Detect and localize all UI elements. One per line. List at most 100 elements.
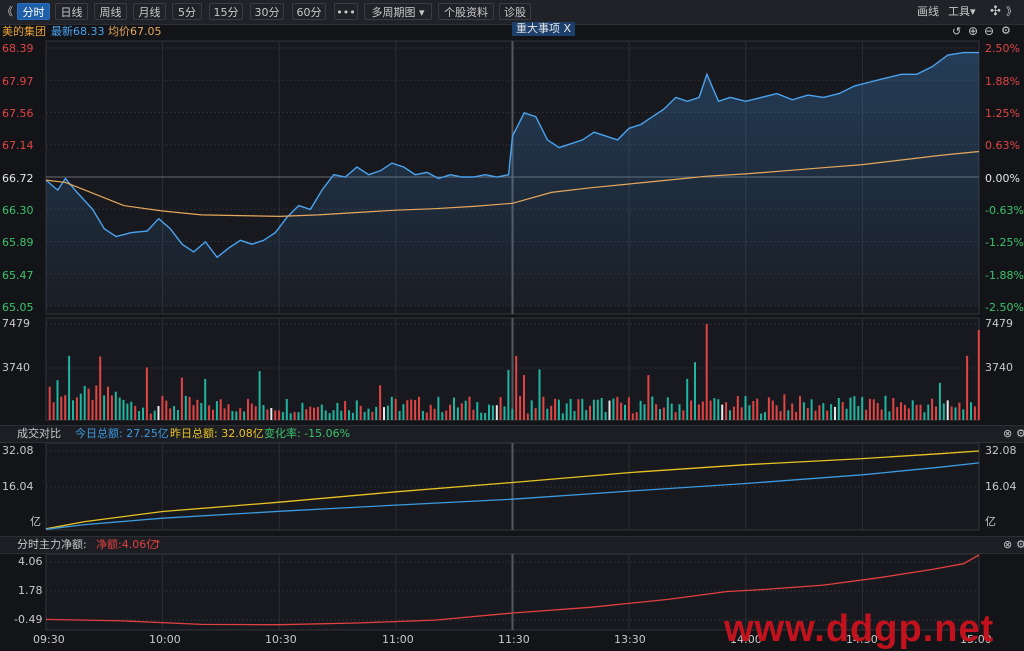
volume-bar <box>410 399 413 420</box>
volume-bar <box>348 410 350 420</box>
volume-bar <box>386 405 389 420</box>
volume-bar <box>449 404 452 420</box>
volume-bar <box>418 396 420 420</box>
volume-bar <box>243 411 246 420</box>
volume-bar <box>274 410 277 420</box>
close-icon[interactable]: ⊗ <box>1003 426 1012 442</box>
volume-bar <box>375 406 378 420</box>
time-tick: 11:00 <box>382 633 414 646</box>
volume-bar <box>682 410 685 420</box>
volume-bar <box>99 356 102 420</box>
settings-icon[interactable]: ⚙ <box>1016 426 1024 442</box>
volume-bar <box>180 377 183 420</box>
yesterday-total: 昨日总额: 32.08亿 <box>170 427 264 440</box>
turnover-unit: 亿 <box>30 515 41 528</box>
volume-bar <box>857 406 860 420</box>
volume-bar <box>701 401 704 420</box>
volume-bar <box>484 413 487 420</box>
volume-bar <box>429 404 432 420</box>
volume-bar <box>491 405 494 420</box>
volume-bar <box>250 403 253 420</box>
volume-bar <box>437 396 440 420</box>
volume-bar <box>787 410 790 420</box>
volume-bar <box>383 407 385 420</box>
mainforce-tick: 4.06 <box>18 555 43 568</box>
volume-bar <box>756 398 759 420</box>
settings-icon[interactable]: ⚙ <box>1016 537 1024 553</box>
volume-bar <box>565 403 568 420</box>
volume-bar <box>612 398 615 420</box>
volume-bar <box>880 409 883 420</box>
volume-bar <box>480 412 483 420</box>
turnover-panel-header: 成交对比 今日总额: 27.25亿 昨日总额: 32.08亿 变化率: -15.… <box>0 425 1024 443</box>
volume-bar <box>72 400 74 420</box>
volume-bar <box>367 408 370 420</box>
volume-bar <box>884 395 887 420</box>
volume-bar <box>643 404 646 420</box>
volume-bar <box>771 400 774 420</box>
volume-bar <box>620 402 623 420</box>
volume-bar <box>173 406 176 420</box>
volume-bar <box>398 411 401 420</box>
volume-bar <box>690 400 693 420</box>
volume-bar <box>266 409 269 420</box>
volume-bar <box>725 402 728 420</box>
volume-bar <box>48 386 51 420</box>
pct-tick: 0.63% <box>985 139 1020 152</box>
time-tick: 10:00 <box>149 633 181 646</box>
volume-bar <box>592 399 595 420</box>
volume-bar <box>297 412 300 420</box>
volume-bar <box>962 409 965 420</box>
volume-bar <box>503 406 506 420</box>
pct-tick: 1.88% <box>985 75 1020 88</box>
volume-bar <box>624 404 626 420</box>
time-tick: 09:30 <box>33 633 65 646</box>
today-total: 今日总额: 27.25亿 <box>75 427 169 440</box>
volume-bar <box>783 394 786 420</box>
volume-bar <box>200 402 203 420</box>
close-icon[interactable]: ⊗ <box>1003 537 1012 553</box>
volume-bar <box>604 412 607 420</box>
volume-bar <box>95 385 98 420</box>
volume-bar <box>414 400 417 420</box>
volume-bar <box>569 398 572 420</box>
volume-bar <box>441 412 444 420</box>
volume-bar <box>686 378 689 420</box>
volume-bar <box>919 404 922 420</box>
volume-bar <box>153 410 156 420</box>
volume-bar <box>900 402 902 420</box>
volume-bar <box>561 413 564 420</box>
pct-tick: 0.00% <box>985 172 1020 185</box>
volume-bar <box>468 396 471 420</box>
volume-bar <box>958 402 961 420</box>
volume-bar <box>631 413 634 420</box>
volume-bar <box>655 404 658 420</box>
volume-bar <box>499 397 502 420</box>
volume-bar <box>328 413 331 420</box>
price-tick: 65.05 <box>2 301 34 314</box>
turnover-tick: 16.04 <box>985 480 1017 493</box>
volume-bar <box>799 396 801 420</box>
volume-bar <box>371 411 374 420</box>
volume-bar <box>573 411 576 420</box>
volume-bar <box>872 399 875 420</box>
volume-bar <box>526 413 529 420</box>
volume-bar <box>942 403 945 420</box>
price-tick: 67.97 <box>2 75 34 88</box>
volume-bar <box>927 404 930 420</box>
volume-bar <box>585 410 588 420</box>
volume-tick: 3740 <box>2 361 30 374</box>
volume-bar <box>394 398 397 420</box>
volume-bar <box>670 403 673 420</box>
volume-bar <box>336 402 339 420</box>
volume-bar <box>351 412 354 420</box>
volume-bar <box>530 400 533 420</box>
volume-bar <box>281 412 284 420</box>
volume-bar <box>841 402 844 420</box>
volume-bar <box>464 400 467 420</box>
volume-bar <box>235 411 238 420</box>
volume-bar <box>254 406 257 420</box>
volume-bar <box>157 406 160 420</box>
volume-bar <box>161 395 164 420</box>
volume-bar <box>149 413 152 420</box>
